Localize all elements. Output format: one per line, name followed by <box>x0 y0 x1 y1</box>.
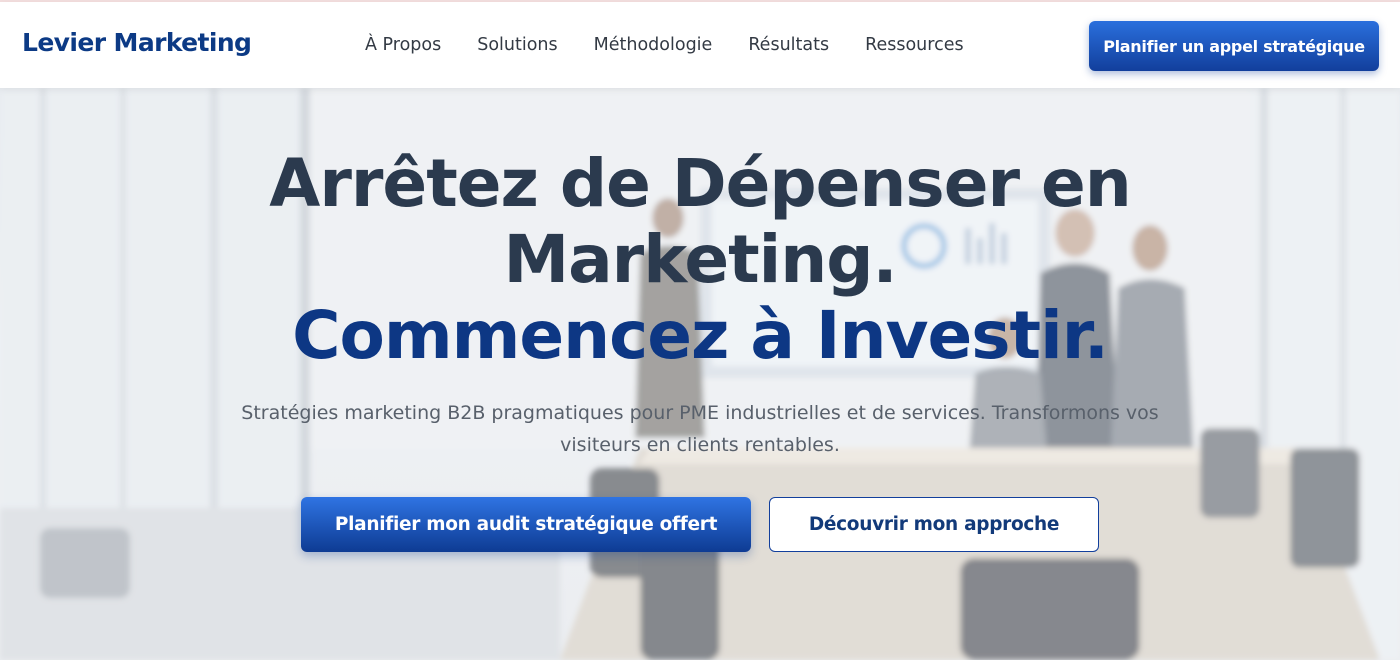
nav-item-resultats[interactable]: Résultats <box>748 35 829 59</box>
nav-item-a-propos[interactable]: À Propos <box>365 35 441 59</box>
headline-line-2: Marketing. <box>503 221 897 298</box>
main-nav: À Propos Solutions Méthodologie Résultat… <box>365 35 1000 59</box>
schedule-call-button[interactable]: Planifier un appel stratégique <box>1089 21 1379 71</box>
nav-item-methodologie[interactable]: Méthodologie <box>594 35 713 59</box>
brand-logo[interactable]: Levier Marketing <box>22 28 252 57</box>
headline-line-1: Arrêtez de Dépenser en <box>269 145 1132 222</box>
hero-headline: Arrêtez de Dépenser en Marketing. Commen… <box>0 146 1400 374</box>
hero-subtitle: Stratégies marketing B2B pragmatiques po… <box>241 402 1159 456</box>
headline-line-3: Commencez à Investir. <box>292 297 1109 374</box>
hero-section: Arrêtez de Dépenser en Marketing. Commen… <box>0 88 1400 660</box>
site-header: Levier Marketing À Propos Solutions Méth… <box>0 2 1400 88</box>
nav-item-ressources[interactable]: Ressources <box>865 35 964 59</box>
audit-cta-button[interactable]: Planifier mon audit stratégique offert <box>301 497 751 552</box>
discover-approach-button[interactable]: Découvrir mon approche <box>769 497 1099 552</box>
nav-item-solutions[interactable]: Solutions <box>477 35 557 59</box>
